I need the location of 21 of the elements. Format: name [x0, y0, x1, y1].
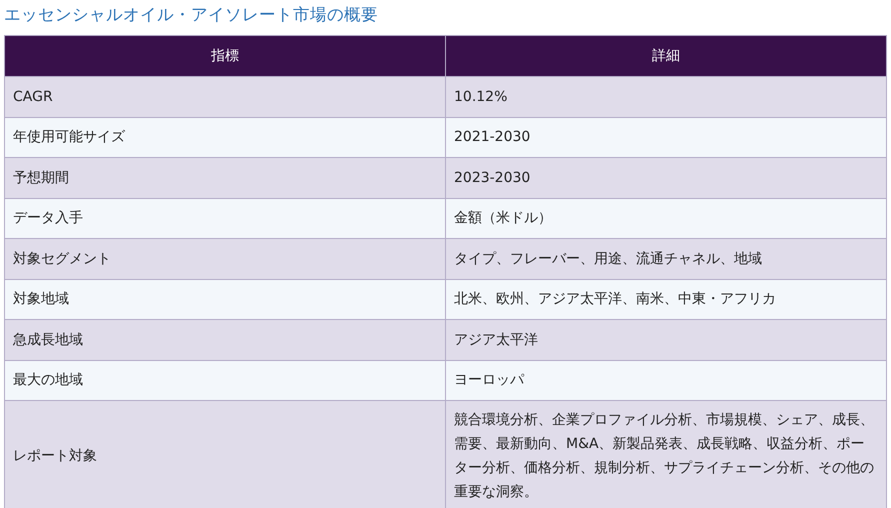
- table-cell: 10.12%: [446, 76, 886, 117]
- column-header: 詳細: [446, 36, 886, 76]
- table-cell: CAGR: [4, 76, 446, 117]
- table-cell: 年使用可能サイズ: [4, 117, 446, 158]
- table-cell: 対象地域: [4, 279, 446, 320]
- table-cell: 競合環境分析、企業プロファイル分析、市場規模、シェア、成長、需要、最新動向、M&A、新製品発表、成長戦略、収益分析、ポーター分析、価格分析、規制分析、サプライチェーン分析、その他の重要な洞察。: [446, 400, 886, 508]
- table-cell: 急成長地域: [4, 320, 446, 360]
- table-cell: 最大の地域: [4, 360, 446, 400]
- table-cell: 2021-2030: [446, 117, 886, 158]
- table-cell: ヨーロッパ: [446, 360, 886, 400]
- table-cell: 予想期間: [4, 158, 446, 198]
- table-cell: 対象セグメント: [4, 238, 446, 279]
- table-cell: 北米、欧州、アジア太平洋、南米、中東・アフリカ: [446, 279, 886, 320]
- table-title: エッセンシャルオイル・アイソレート市場の概要: [4, 4, 379, 26]
- table-cell: レポート対象: [4, 400, 446, 508]
- table-cell: 金額（米ドル）: [446, 198, 886, 238]
- column-header: 指標: [4, 36, 446, 76]
- table-cell: データ入手: [4, 198, 446, 238]
- table-cell: タイプ、フレーバー、用途、流通チャネル、地域: [446, 238, 886, 279]
- table-cell: 2023-2030: [446, 158, 886, 198]
- table-cell: アジア太平洋: [446, 320, 886, 360]
